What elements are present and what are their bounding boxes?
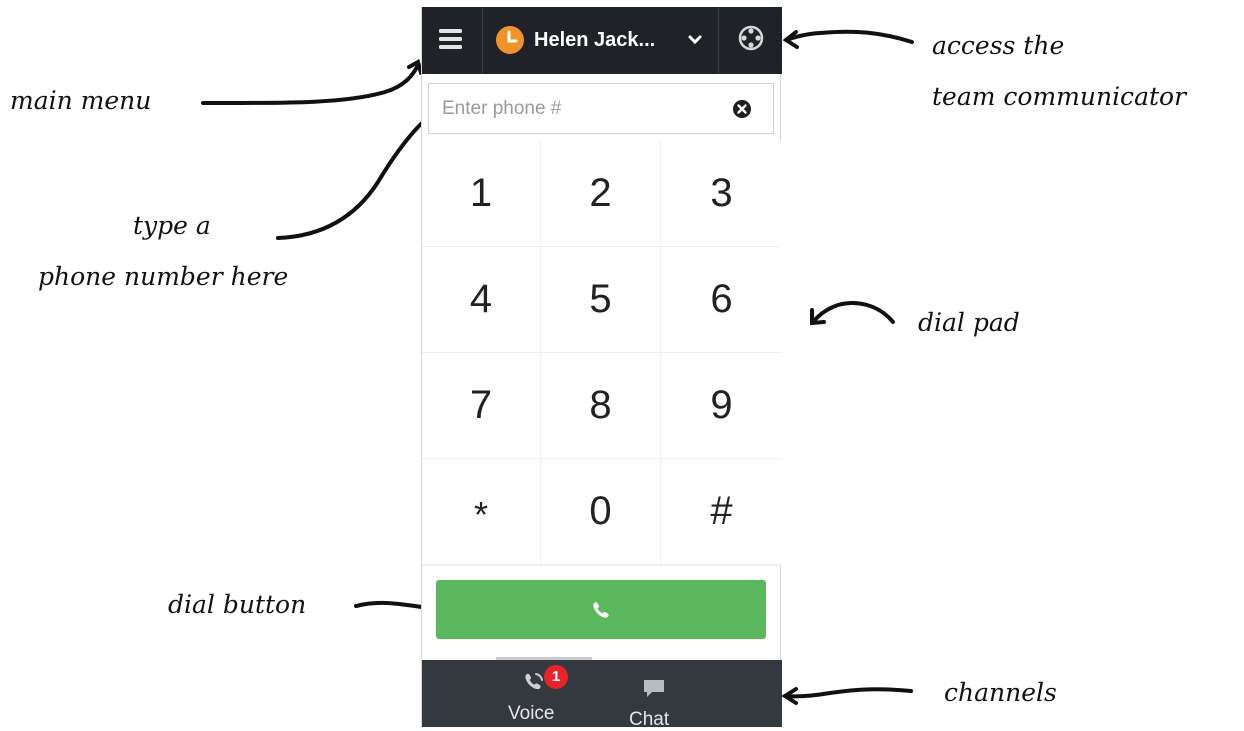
- phone-icon: [593, 602, 609, 618]
- voice-badge: 1: [544, 665, 568, 689]
- chevron-down-icon: [688, 35, 702, 45]
- clock-status-icon: [496, 26, 524, 54]
- annotation-main-menu: main menu: [10, 86, 152, 115]
- dial-key-9[interactable]: 9: [661, 353, 782, 458]
- tab-voice-label: Voice: [508, 703, 555, 724]
- team-communicator-button[interactable]: [719, 7, 782, 74]
- annotation-phone-line2: phone number here: [38, 262, 289, 291]
- team-communicator-icon: [738, 25, 764, 51]
- main-menu-button[interactable]: [422, 7, 483, 74]
- dial-key-7[interactable]: 7: [422, 353, 540, 458]
- dial-key-6[interactable]: 6: [661, 247, 782, 352]
- dial-key-star[interactable]: *: [422, 459, 540, 564]
- annotation-phone-line1: type a: [133, 211, 211, 240]
- user-name: Helen Jack...: [534, 29, 656, 51]
- annotation-team-line1: access the: [932, 31, 1065, 60]
- dial-pad: 1 2 3 4 5 6 7 8 9 * 0 #: [422, 141, 782, 566]
- phone-number-field: [428, 83, 774, 134]
- tab-chat[interactable]: Chat: [610, 660, 706, 730]
- user-status-dropdown[interactable]: Helen Jack...: [483, 7, 719, 74]
- dial-key-8[interactable]: 8: [541, 353, 660, 458]
- dial-key-2[interactable]: 2: [541, 141, 660, 246]
- phone-widget: Helen Jack... 1 2 3 4 5 6 7: [421, 7, 782, 730]
- dial-key-hash[interactable]: #: [661, 459, 782, 564]
- annotation-channels: channels: [944, 678, 1057, 707]
- channels-bar: 1 Voice Chat: [422, 660, 782, 730]
- dial-key-1[interactable]: 1: [422, 141, 540, 246]
- phone-number-input[interactable]: [429, 84, 732, 133]
- annotation-dial-button: dial button: [168, 590, 307, 619]
- dial-button[interactable]: [436, 580, 766, 639]
- dial-key-3[interactable]: 3: [661, 141, 782, 246]
- dial-key-4[interactable]: 4: [422, 247, 540, 352]
- tab-chat-label: Chat: [629, 709, 670, 730]
- chat-bubble-icon: [644, 680, 664, 697]
- clear-circle-icon[interactable]: [732, 99, 752, 119]
- annotation-team-line2: team communicator: [932, 82, 1187, 111]
- annotation-dial-pad: dial pad: [918, 308, 1020, 337]
- tab-voice[interactable]: 1 Voice: [494, 660, 594, 727]
- top-bar: Helen Jack...: [422, 7, 782, 74]
- dial-key-0[interactable]: 0: [541, 459, 660, 564]
- hamburger-icon: [439, 29, 462, 49]
- dial-key-5[interactable]: 5: [541, 247, 660, 352]
